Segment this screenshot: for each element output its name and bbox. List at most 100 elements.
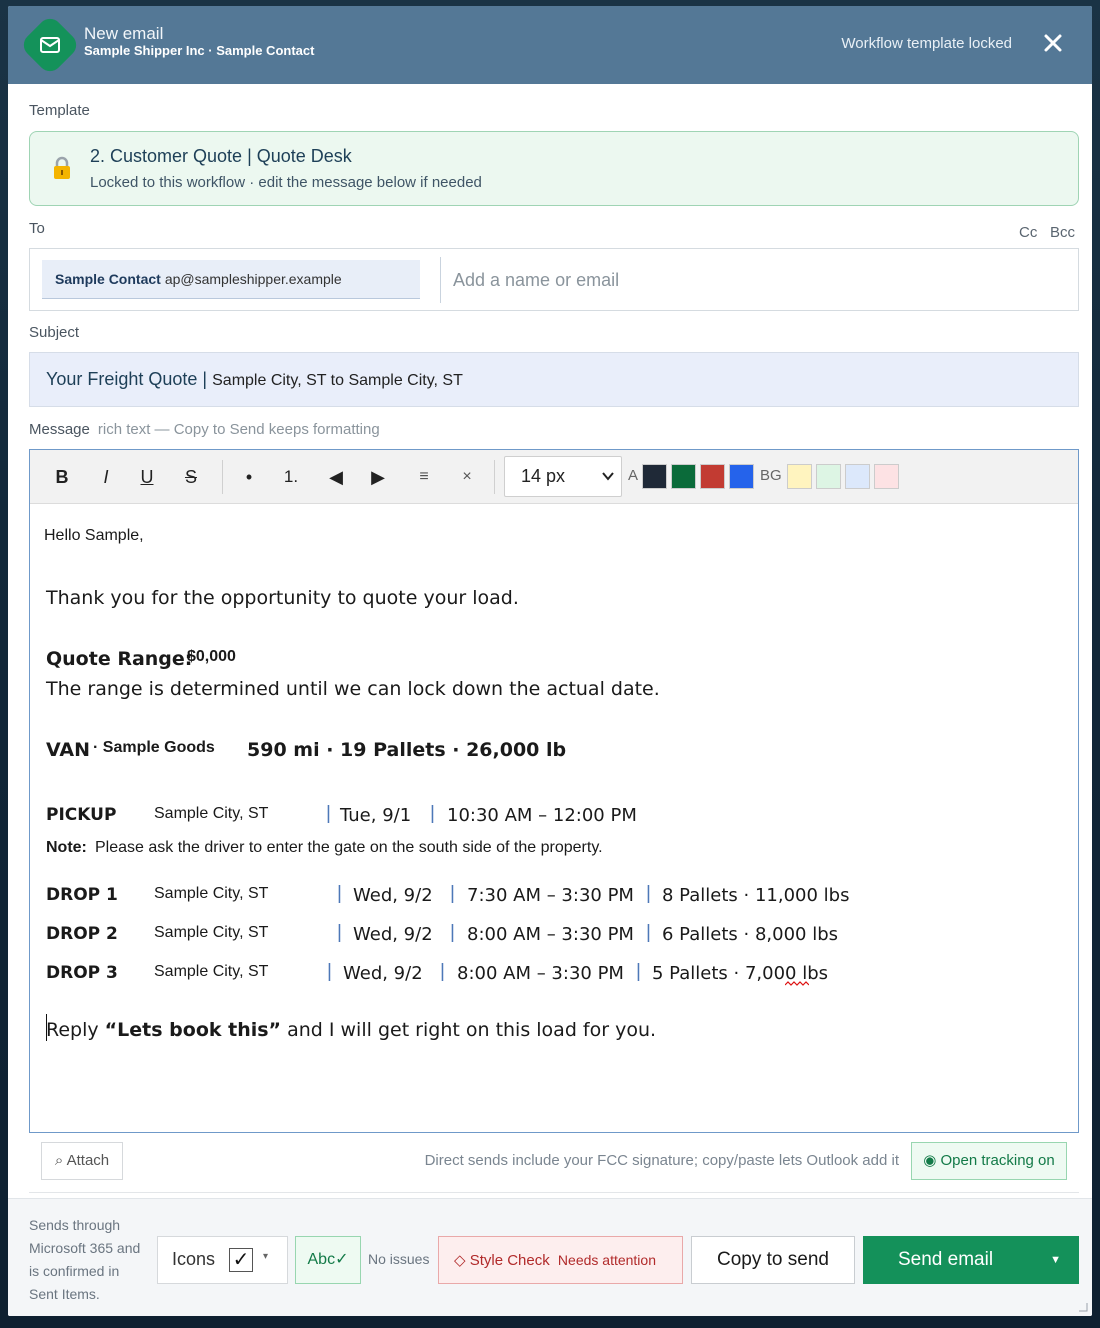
pickup-city: Sample City, ST xyxy=(154,805,269,822)
text-color-swatch[interactable] xyxy=(671,464,696,489)
chevron-down-icon[interactable]: ▾ xyxy=(263,1251,268,1262)
background-color-swatch[interactable] xyxy=(845,464,870,489)
message-body[interactable]: Hello Sample, Thank you for the opportun… xyxy=(30,505,1078,1133)
spelling-squiggle xyxy=(785,981,809,986)
recipient-email: ap@sampleshipper.example xyxy=(164,271,342,287)
text-color-swatch[interactable] xyxy=(700,464,725,489)
strikethrough-button[interactable]: S xyxy=(181,464,201,490)
pickup-window: 10:30 AM – 12:00 PM xyxy=(447,805,637,826)
dialog-header: New email Sample Shipper Inc · Sample Co… xyxy=(8,6,1092,84)
outdent-button[interactable]: ◀ xyxy=(326,464,346,490)
attachment-row: ⌕ Attach Direct sends include your FCC s… xyxy=(29,1134,1079,1193)
new-email-dialog: New email Sample Shipper Inc · Sample Co… xyxy=(8,6,1092,1316)
recipient-name: Sample Contact xyxy=(55,271,161,287)
background-color-swatch[interactable] xyxy=(816,464,841,489)
text-color-swatch[interactable] xyxy=(729,464,754,489)
copy-to-send-button[interactable]: Copy to send xyxy=(691,1236,855,1284)
lock-icon xyxy=(54,156,70,179)
column-separator: | xyxy=(646,883,651,904)
pickup-label: PICKUP xyxy=(46,805,117,825)
chevron-down-icon xyxy=(602,472,614,481)
drop-pallets: 6 Pallets xyxy=(662,924,738,945)
font-size-value: 14 px xyxy=(521,466,566,486)
align-button[interactable]: ≡ xyxy=(414,464,434,490)
send-email-button[interactable]: Send email ▼ xyxy=(863,1236,1079,1284)
note-label: Note: xyxy=(46,839,87,856)
send-email-label: Send email xyxy=(898,1249,994,1270)
open-tracking-toggle[interactable]: ◉ Open tracking on xyxy=(911,1142,1067,1180)
drop-pallets: 8 Pallets xyxy=(662,885,738,906)
pickup-date: Tue, 9/1 xyxy=(340,805,412,826)
message-label: Message rich text — Copy to Send keeps fo… xyxy=(29,421,380,438)
subject-route: Sample City, ST to Sample City, ST xyxy=(212,372,463,389)
cta-bold-phrase: “Lets book this” xyxy=(104,1019,282,1041)
style-check-button[interactable]: ◇ Style Check Needs attention xyxy=(438,1236,683,1284)
drop-city: Sample City, ST xyxy=(154,885,269,902)
drop-weight: 11,000 lbs xyxy=(754,885,850,906)
toolbar-divider xyxy=(494,460,495,494)
quote-range-value: $0,000 xyxy=(187,648,236,665)
bcc-toggle[interactable]: Bcc xyxy=(1050,224,1075,241)
text-color-swatch[interactable] xyxy=(642,464,667,489)
column-separator: | xyxy=(450,922,455,943)
drop-city: Sample City, ST xyxy=(154,924,269,941)
drop-date: Wed, 9/2 xyxy=(343,963,423,984)
close-icon[interactable] xyxy=(1042,32,1064,54)
bullet-list-button[interactable]: • xyxy=(239,464,259,490)
underline-button[interactable]: U xyxy=(137,464,157,490)
icons-checkbox[interactable]: ✓ xyxy=(229,1248,253,1272)
message-editor: B I U S • 1. ◀ ▶ ≡ × 14 px A BG Hello Sa… xyxy=(29,449,1079,1133)
recipient-chip[interactable]: Sample Contact ap@sampleshipper.example xyxy=(42,260,420,299)
resize-handle[interactable] xyxy=(1078,1302,1088,1312)
column-separator: | xyxy=(646,922,651,943)
to-label: To xyxy=(29,220,45,237)
attach-button[interactable]: ⌕ Attach xyxy=(41,1142,123,1180)
column-separator: | xyxy=(440,961,445,982)
drop-load: 8 Pallets · 11,000 lbs xyxy=(662,885,850,906)
column-separator: | xyxy=(337,883,342,904)
drop-label: DROP 2 xyxy=(46,924,118,944)
formatting-toolbar: B I U S • 1. ◀ ▶ ≡ × 14 px A BG xyxy=(30,450,1078,504)
background-color-swatch[interactable] xyxy=(787,464,812,489)
subject-input[interactable]: Your Freight Quote | Sample City, ST to … xyxy=(29,352,1079,407)
drop-date: Wed, 9/2 xyxy=(353,885,433,906)
style-check-label: ◇ Style Check xyxy=(454,1252,550,1269)
drop-window: 8:00 AM – 3:30 PM xyxy=(457,963,624,984)
background-color-label: BG xyxy=(760,467,782,484)
icons-toggle[interactable]: Icons ✓ ▾ xyxy=(157,1236,288,1284)
equipment-type: VAN xyxy=(46,739,91,761)
message-label-text: Message xyxy=(29,421,90,438)
drop-date: Wed, 9/2 xyxy=(353,924,433,945)
dialog-footer: Sends through Microsoft 365 and is confi… xyxy=(8,1198,1092,1316)
message-hint: rich text — Copy to Send keeps formattin… xyxy=(97,421,380,438)
cc-toggle[interactable]: Cc xyxy=(1019,224,1037,241)
signature-note: Direct sends include your FCC signature;… xyxy=(424,1152,899,1169)
indent-button[interactable]: ▶ xyxy=(368,464,388,490)
recipient-divider xyxy=(440,257,441,303)
clear-format-button[interactable]: × xyxy=(457,464,477,490)
note-text: Please ask the driver to enter the gate … xyxy=(95,839,603,856)
recipient-input[interactable] xyxy=(453,262,1053,298)
icons-label: Icons xyxy=(172,1249,216,1269)
column-separator: | xyxy=(327,961,332,982)
drop-city: Sample City, ST xyxy=(154,963,269,980)
quote-range-label: Quote Range: xyxy=(46,648,193,670)
column-separator: | xyxy=(430,803,435,824)
column-separator: | xyxy=(450,883,455,904)
call-to-action-line: Reply “Lets book this” and I will get ri… xyxy=(46,1019,656,1041)
template-locked-panel: 2. Customer Quote | Quote Desk Locked to… xyxy=(29,131,1079,206)
template-label: Template xyxy=(29,102,90,119)
intro-line: Thank you for the opportunity to quote y… xyxy=(46,587,519,609)
background-color-swatch[interactable] xyxy=(874,464,899,489)
bold-button[interactable]: B xyxy=(52,464,72,490)
italic-button[interactable]: I xyxy=(96,464,116,490)
send-method-note: Sends through Microsoft 365 and is confi… xyxy=(29,1217,141,1302)
text-color-label: A xyxy=(628,467,639,484)
spellcheck-button[interactable]: Abc✓ xyxy=(295,1236,361,1284)
font-size-select[interactable]: 14 px xyxy=(504,456,622,497)
workflow-lock-status: Workflow template locked xyxy=(841,35,1012,52)
numbered-list-button[interactable]: 1. xyxy=(281,464,301,490)
drop-window: 7:30 AM – 3:30 PM xyxy=(467,885,634,906)
dialog-title: New email xyxy=(84,24,164,43)
send-options-dropdown[interactable]: ▼ xyxy=(1050,1236,1061,1284)
